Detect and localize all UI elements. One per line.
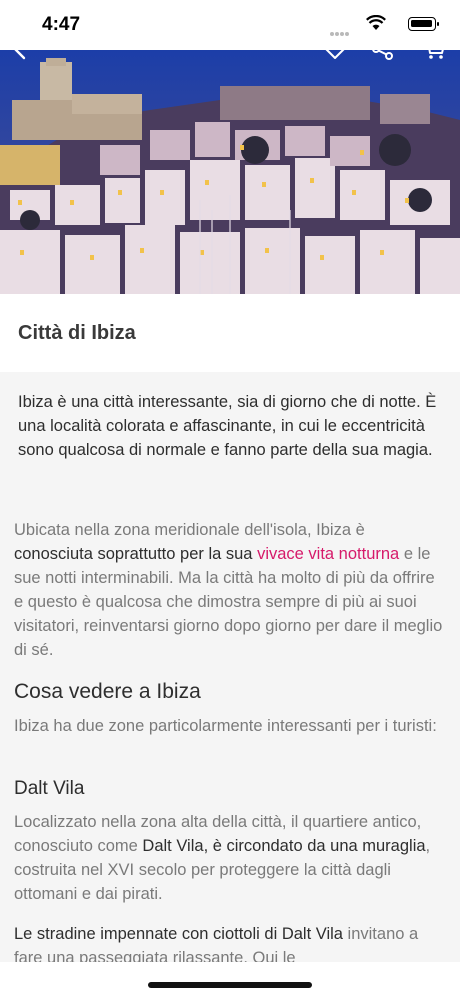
paragraph-text: Ubicata nella zona meridionale dell'isol… [14, 521, 365, 539]
paragraph-bold-text: conosciuta soprattutto per la sua [14, 545, 258, 563]
paragraph-bold-text: Le stradine impennate con ciottoli di Da… [14, 925, 343, 943]
article-paragraph: Le stradine impennate con ciottoli di Da… [14, 922, 446, 962]
cart-icon[interactable] [422, 36, 448, 62]
intro-paragraph: Ibiza è una città interessante, sia di g… [18, 393, 437, 459]
bottom-area [0, 962, 460, 996]
article-paragraph: Ubicata nella zona meridionale dell'isol… [14, 518, 446, 662]
title-bar: Città di Ibiza [0, 294, 460, 372]
heart-icon[interactable] [322, 36, 348, 62]
hero-nav [0, 38, 460, 80]
paragraph-bold-text: , è circondato da una muraglia [203, 837, 426, 855]
wifi-icon [366, 15, 386, 30]
nightlife-link[interactable]: vivace vita notturna [257, 545, 399, 563]
home-indicator[interactable] [148, 982, 312, 988]
back-icon[interactable] [8, 36, 34, 62]
article-paragraph: Localizzato nella zona alta della città,… [14, 810, 446, 906]
sub-heading: Dalt Vila [14, 778, 85, 799]
article-paragraph: Ibiza ha due zone particolarmente intere… [14, 717, 437, 735]
article-content: Ibiza è una città interessante, sia di g… [0, 372, 460, 962]
status-time: 4:47 [42, 14, 81, 35]
signal-icon [330, 23, 352, 36]
section-heading: Cosa vedere a Ibiza [14, 680, 201, 703]
page-title: Città di Ibiza [18, 322, 136, 344]
paragraph-bold-text: Dalt Vila [142, 837, 204, 855]
share-icon[interactable] [370, 36, 396, 62]
battery-icon [408, 17, 439, 31]
hero-image [0, 50, 460, 294]
